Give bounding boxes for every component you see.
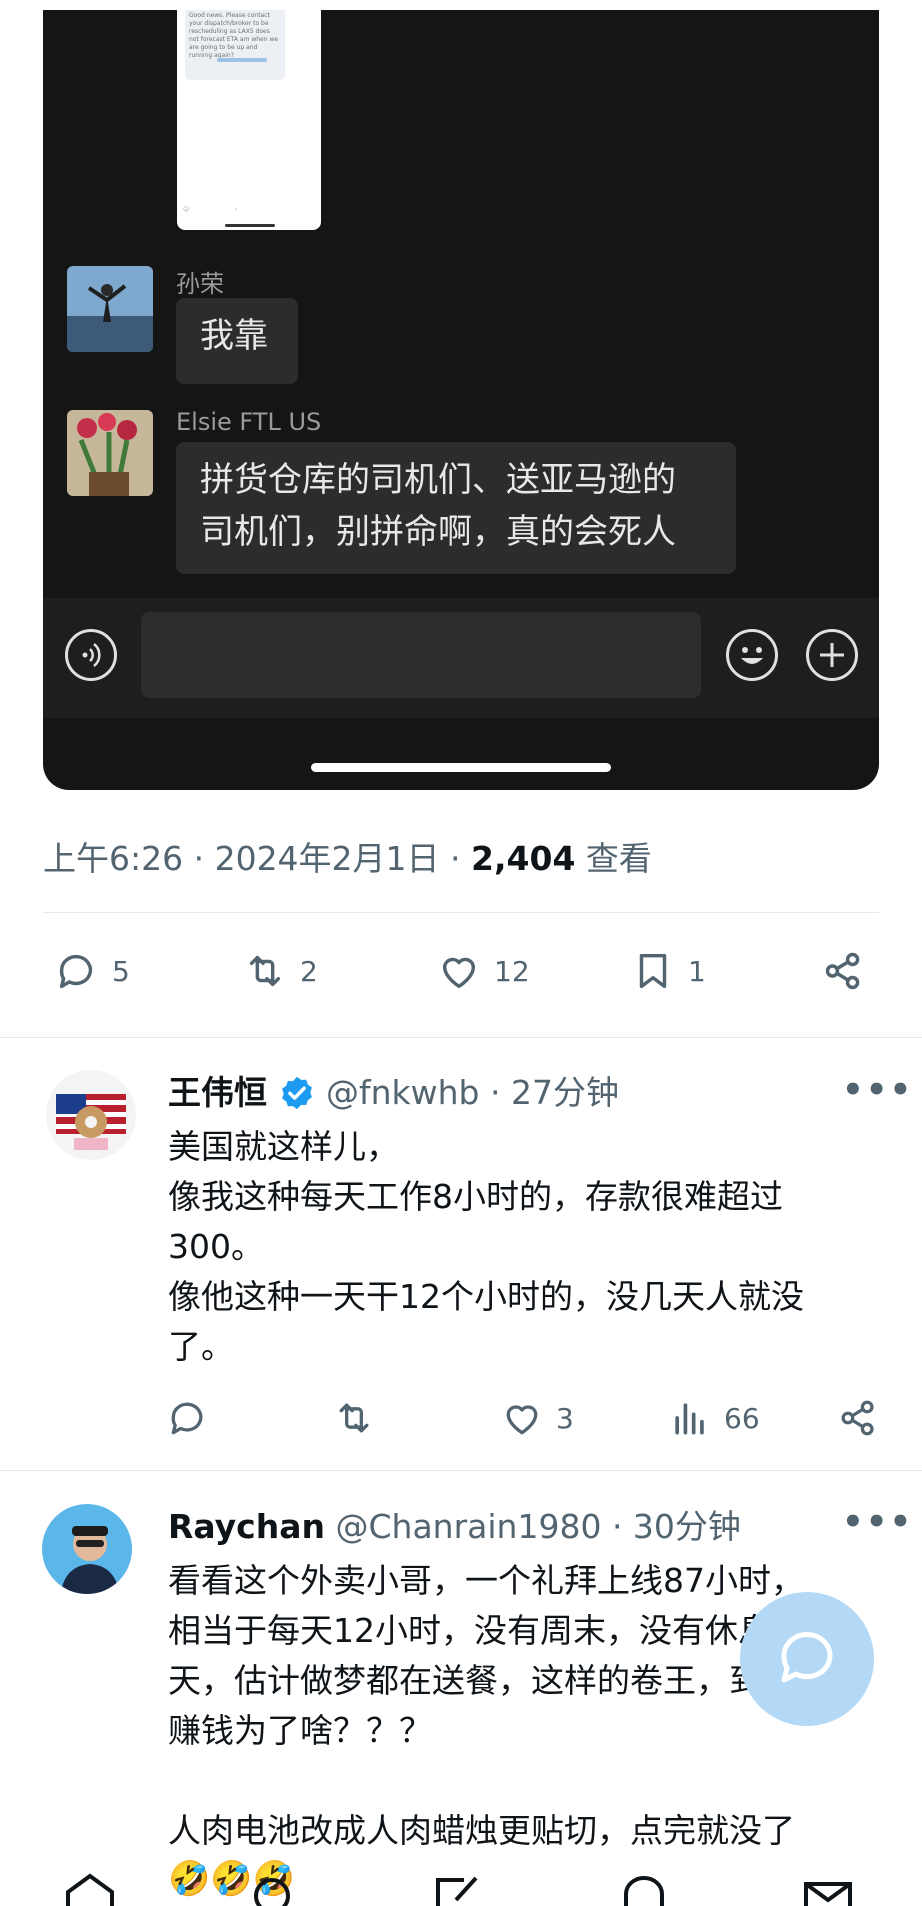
- chat-input-bar: [43, 598, 879, 718]
- tweet-line: [168, 1756, 898, 1806]
- share-button[interactable]: [820, 948, 878, 994]
- bookmark-count: 1: [688, 954, 706, 988]
- like-count: 3: [556, 1401, 574, 1435]
- tweet-timestamp-views: 上午6:26 · 2024年2月1日 · 2,404 查看: [43, 832, 652, 880]
- reply-icon: [171, 1402, 203, 1435]
- avatar: [67, 266, 153, 352]
- smiley-icon: [741, 647, 763, 664]
- share-icon: [841, 1400, 874, 1436]
- nested-message-bubble: Good news. Please contact your dispatch/…: [185, 10, 285, 80]
- views-button[interactable]: 66: [668, 1396, 760, 1440]
- tweet-header: 王伟恒 @fnkwhb · 27分钟: [168, 1066, 619, 1114]
- retweet-button[interactable]: 2: [242, 948, 318, 994]
- retweet-icon: [249, 955, 281, 987]
- more-options-button[interactable]: •••: [842, 1070, 913, 1110]
- tweet-line: 人肉电池改成人肉蜡烛更贴切，点完就没了: [168, 1811, 795, 1850]
- bottom-navigation: [0, 1870, 922, 1906]
- tweet-text: 美国就这样儿， 像我这种每天工作8小时的，存款很难超过 300。 像他这种一天干…: [168, 1122, 898, 1372]
- message-bubble: 我靠: [176, 298, 298, 384]
- add-button[interactable]: [806, 629, 858, 681]
- tweet-line: 像我这种每天工作8小时的，存款很难超过: [168, 1177, 783, 1216]
- tweet-line: 美国就这样儿，: [168, 1127, 399, 1166]
- like-count: 12: [494, 954, 530, 988]
- retweet-button[interactable]: [332, 1396, 388, 1440]
- compose-reply-button[interactable]: [740, 1592, 874, 1726]
- view-count: 66: [724, 1401, 760, 1435]
- message-line: 我靠: [200, 316, 268, 356]
- nested-input-row: ☺ ›: [183, 206, 238, 213]
- view-count: 2,404: [471, 839, 576, 878]
- bookmark-button[interactable]: 1: [630, 948, 706, 994]
- plus-icon: [820, 643, 844, 667]
- view-label: 查看: [575, 839, 652, 878]
- nested-screenshot-thumbnail: Good news. Please contact your dispatch/…: [177, 10, 321, 230]
- tweet-header: Raychan @Chanrain1980 · 30分钟: [168, 1500, 741, 1548]
- verified-badge-icon: [281, 1076, 312, 1110]
- tweet-line: 像他这种一天干12个小时的，没几天人就没: [168, 1277, 804, 1316]
- analytics-icon: [675, 1403, 704, 1435]
- display-name[interactable]: Raychan: [168, 1507, 325, 1546]
- avatar: [67, 410, 153, 496]
- reply-button[interactable]: [166, 1396, 222, 1440]
- reply-count: 5: [112, 954, 130, 988]
- message-line: 司机们，别拼命啊，真的会死人: [200, 512, 676, 552]
- retweet-icon: [339, 1403, 369, 1433]
- like-button[interactable]: 3: [500, 1396, 574, 1440]
- more-options-button[interactable]: •••: [842, 1502, 913, 1542]
- avatar[interactable]: [46, 1070, 136, 1160]
- heart-icon: [506, 1405, 538, 1435]
- divider: [43, 912, 879, 913]
- like-button[interactable]: 12: [436, 948, 530, 994]
- retweet-count: 2: [300, 954, 318, 988]
- reply-button[interactable]: 5: [54, 948, 130, 994]
- notifications-icon[interactable]: [614, 1870, 674, 1906]
- nested-home-indicator: [225, 224, 275, 227]
- message-bubble: 拼货仓库的司机们、送亚马逊的 司机们，别拼命啊，真的会死人: [176, 442, 736, 574]
- avatar[interactable]: [42, 1504, 132, 1594]
- reply-icon: [59, 954, 93, 989]
- handle-time: @fnkwhb · 27分钟: [326, 1073, 619, 1112]
- handle-time: @Chanrain1980 · 30分钟: [335, 1507, 741, 1546]
- bookmark-icon: [639, 953, 667, 989]
- divider: [0, 1037, 922, 1038]
- message-input[interactable]: [141, 612, 701, 698]
- compose-icon[interactable]: [428, 1870, 488, 1906]
- tweet-timestamp[interactable]: 上午6:26 · 2024年2月1日 ·: [43, 839, 471, 878]
- embedded-chat-screenshot: Good news. Please contact your dispatch/…: [43, 10, 879, 790]
- home-icon[interactable]: [60, 1870, 120, 1906]
- message-line: 拼货仓库的司机们、送亚马逊的: [200, 460, 676, 500]
- emoji-button[interactable]: [726, 629, 778, 681]
- voice-icon: [82, 643, 101, 667]
- home-indicator: [311, 763, 611, 772]
- heart-icon: [442, 957, 476, 989]
- voice-button[interactable]: [65, 629, 117, 681]
- chat-bubble-icon: [781, 1632, 833, 1683]
- sender-name: 孙荣: [176, 270, 224, 298]
- search-icon[interactable]: [244, 1870, 304, 1906]
- messages-icon[interactable]: [798, 1870, 858, 1906]
- tweet-line: 了。: [168, 1327, 234, 1366]
- sender-name: Elsie FTL US: [176, 408, 322, 436]
- nested-link: [217, 58, 267, 62]
- display-name[interactable]: 王伟恒: [168, 1073, 267, 1112]
- divider: [0, 1470, 922, 1471]
- share-icon: [825, 952, 860, 990]
- share-button[interactable]: [836, 1396, 892, 1440]
- tweet-line: 300。: [168, 1227, 264, 1266]
